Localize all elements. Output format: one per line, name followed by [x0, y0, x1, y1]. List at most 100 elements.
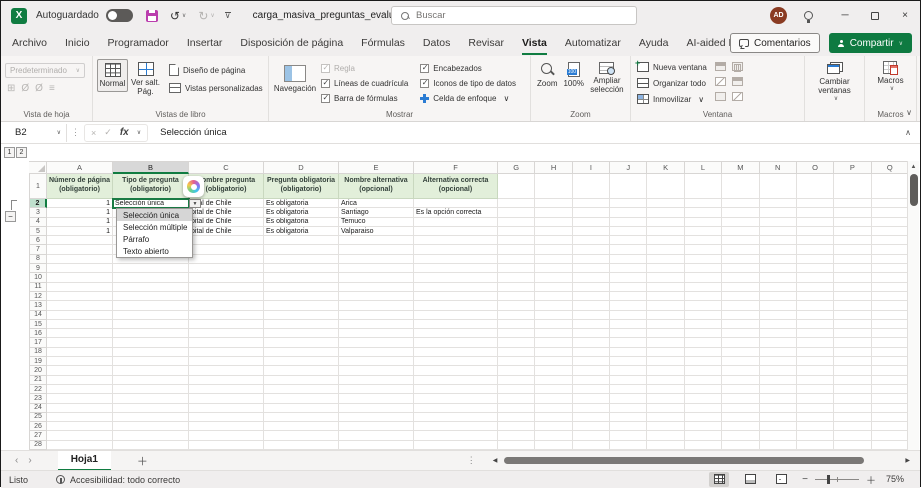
cell-L9[interactable]	[685, 264, 722, 273]
tab-archivo[interactable]: Archivo	[12, 31, 47, 56]
cell-J21[interactable]	[610, 376, 647, 385]
cell-C6[interactable]	[189, 236, 264, 245]
cell-J27[interactable]	[610, 431, 647, 440]
macros-button[interactable]: Macros ∨	[877, 61, 903, 92]
cell-L28[interactable]	[685, 441, 722, 450]
cell-G15[interactable]	[498, 320, 535, 329]
cell-D3[interactable]: Es obligatoria	[264, 208, 339, 217]
column-header-H[interactable]: H	[535, 161, 572, 174]
cell-K11[interactable]	[647, 283, 684, 292]
cell-J24[interactable]	[610, 404, 647, 413]
cell-E28[interactable]	[339, 441, 414, 450]
cell-O24[interactable]	[797, 404, 834, 413]
row-header-14[interactable]: 14	[29, 311, 47, 320]
cell-G13[interactable]	[498, 301, 535, 310]
cell-I12[interactable]	[573, 292, 610, 301]
row-header-3[interactable]: 3	[29, 208, 47, 217]
row-header-18[interactable]: 18	[29, 348, 47, 357]
cell-Q21[interactable]	[872, 376, 909, 385]
cell-A22[interactable]	[47, 385, 113, 394]
cell-G9[interactable]	[498, 264, 535, 273]
cell-D23[interactable]	[264, 394, 339, 403]
cell-K1[interactable]	[647, 174, 684, 199]
cell-C19[interactable]	[189, 357, 264, 366]
cell-I4[interactable]	[573, 218, 610, 227]
cell-J28[interactable]	[610, 441, 647, 450]
cell-M28[interactable]	[722, 441, 759, 450]
cell-H15[interactable]	[535, 320, 572, 329]
cell-O18[interactable]	[797, 348, 834, 357]
page-layout-button[interactable]: Diseño de página	[169, 64, 263, 76]
arrange-all-button[interactable]: Organizar todo	[637, 78, 707, 88]
cell-P28[interactable]	[834, 441, 871, 450]
cell-N26[interactable]	[760, 422, 797, 431]
cell-F22[interactable]	[414, 385, 498, 394]
cell-A24[interactable]	[47, 404, 113, 413]
row-header-28[interactable]: 28	[29, 441, 47, 450]
cell-P27[interactable]	[834, 431, 871, 440]
column-header-N[interactable]: N	[760, 161, 797, 174]
cell-L12[interactable]	[685, 292, 722, 301]
cell-B22[interactable]	[113, 385, 189, 394]
cell-H20[interactable]	[535, 366, 572, 375]
zoom-to-selection-button[interactable]: Ampliar selección	[590, 62, 624, 94]
cell-P3[interactable]	[834, 208, 871, 217]
cell-I3[interactable]	[573, 208, 610, 217]
cell-K25[interactable]	[647, 413, 684, 422]
cell-I16[interactable]	[573, 329, 610, 338]
cell-A7[interactable]	[47, 245, 113, 254]
cell-M3[interactable]	[722, 208, 759, 217]
cell-I27[interactable]	[573, 431, 610, 440]
cell-O7[interactable]	[797, 245, 834, 254]
cell-G17[interactable]	[498, 338, 535, 347]
cell-M24[interactable]	[722, 404, 759, 413]
cell-L7[interactable]	[685, 245, 722, 254]
cell-M20[interactable]	[722, 366, 759, 375]
cell-G24[interactable]	[498, 404, 535, 413]
row-header-19[interactable]: 19	[29, 357, 47, 366]
cell-Q9[interactable]	[872, 264, 909, 273]
cell-K2[interactable]	[647, 199, 684, 208]
cell-D11[interactable]	[264, 283, 339, 292]
cell-D6[interactable]	[264, 236, 339, 245]
cell-J11[interactable]	[610, 283, 647, 292]
row-header-5[interactable]: 5	[29, 227, 47, 236]
cell-K20[interactable]	[647, 366, 684, 375]
cell-H18[interactable]	[535, 348, 572, 357]
cell-C4[interactable]: pital de Chile	[189, 218, 264, 227]
cell-L2[interactable]	[685, 199, 722, 208]
cell-P2[interactable]	[834, 199, 871, 208]
cell-M18[interactable]	[722, 348, 759, 357]
cell-I28[interactable]	[573, 441, 610, 450]
cell-M26[interactable]	[722, 422, 759, 431]
cell-E12[interactable]	[339, 292, 414, 301]
cell-A13[interactable]	[47, 301, 113, 310]
cell-F20[interactable]	[414, 366, 498, 375]
comments-button[interactable]: Comentarios	[730, 33, 820, 53]
cell-Q15[interactable]	[872, 320, 909, 329]
save-icon[interactable]	[146, 10, 158, 22]
cell-K7[interactable]	[647, 245, 684, 254]
undo-dropdown-icon[interactable]: ∨	[182, 12, 186, 19]
cell-A9[interactable]	[47, 264, 113, 273]
cell-J5[interactable]	[610, 227, 647, 236]
cell-K19[interactable]	[647, 357, 684, 366]
previous-sheet-icon[interactable]: ‹	[15, 455, 18, 466]
cell-E9[interactable]	[339, 264, 414, 273]
cell-O23[interactable]	[797, 394, 834, 403]
cell-P14[interactable]	[834, 311, 871, 320]
cell-K15[interactable]	[647, 320, 684, 329]
cell-L5[interactable]	[685, 227, 722, 236]
column-header-C[interactable]: C	[189, 161, 264, 174]
cell-L10[interactable]	[685, 273, 722, 282]
cell-D25[interactable]	[264, 413, 339, 422]
cell-J9[interactable]	[610, 264, 647, 273]
row-header-20[interactable]: 20	[29, 366, 47, 375]
cell-A26[interactable]	[47, 422, 113, 431]
cell-G10[interactable]	[498, 273, 535, 282]
cell-K10[interactable]	[647, 273, 684, 282]
cell-N13[interactable]	[760, 301, 797, 310]
cell-D5[interactable]: Es obligatoria	[264, 227, 339, 236]
cell-A2[interactable]: 1	[47, 199, 113, 208]
tab-datos[interactable]: Datos	[423, 31, 450, 56]
